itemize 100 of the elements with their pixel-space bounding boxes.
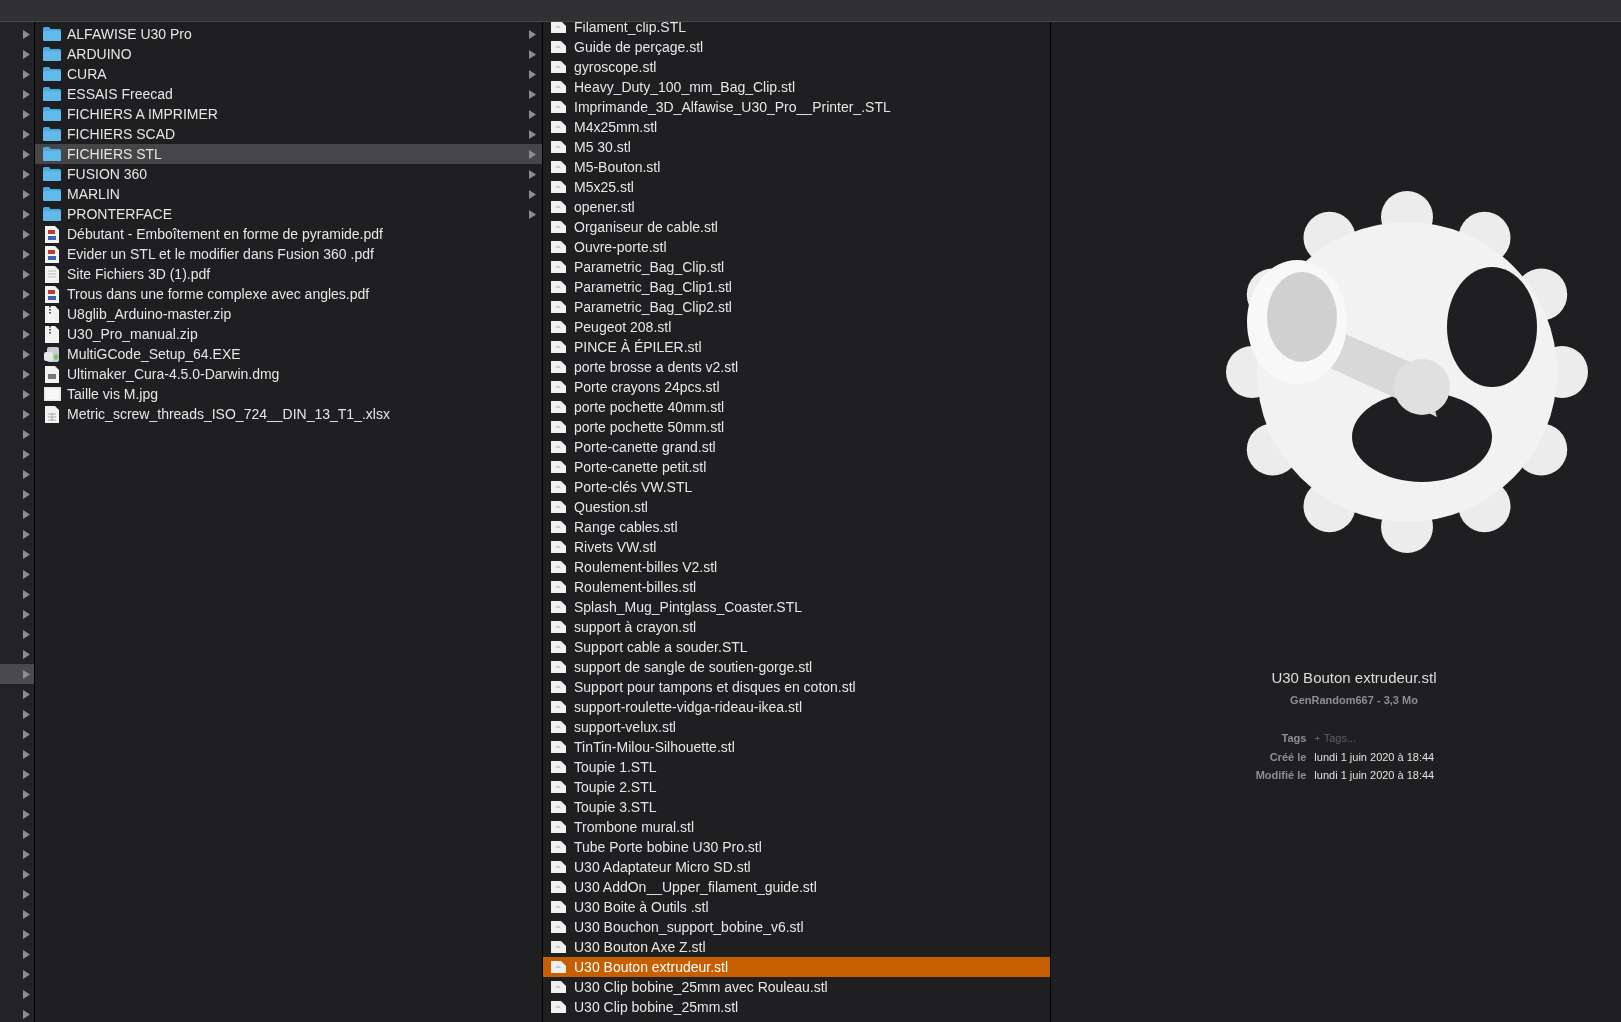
file-name: Trombone mural.stl [574, 817, 695, 837]
file-list-item[interactable]: Heavy_Duty_100_mm_Bag_Clip.stl [543, 77, 1050, 97]
file-list-item[interactable]: U30 Adaptateur Micro SD.stl [543, 857, 1050, 877]
file-list-item[interactable]: gyroscope.stl [543, 57, 1050, 77]
folder-list-item[interactable]: MultiGCode_Setup_64.EXE [35, 344, 542, 364]
file-list-item[interactable]: Filament_clip.STL [543, 22, 1050, 37]
file-icon [551, 101, 566, 113]
folder-list-item[interactable]: U8glib_Arduino-master.zip [35, 304, 542, 324]
file-list-item[interactable]: porte pochette 40mm.stl [543, 397, 1050, 417]
folder-list-item[interactable]: ALFAWISE U30 Pro [35, 24, 542, 44]
info-label: Créé le [1268, 749, 1307, 765]
file-list-item[interactable]: Parametric_Bag_Clip2.stl [543, 297, 1050, 317]
file-list-item[interactable]: Peugeot 208.stl [543, 317, 1050, 337]
info-label: Modifié le [1255, 768, 1307, 783]
file-list-item[interactable]: porte pochette 50mm.stl [543, 417, 1050, 437]
file-list-item[interactable]: support-velux.stl [543, 717, 1050, 737]
file-list-item[interactable]: Guide de perçage.stl [543, 37, 1050, 57]
folder-list-item[interactable]: FICHIERS STL [35, 144, 542, 164]
file-list-item[interactable]: Porte-clés VW.STL [543, 477, 1050, 497]
file-list-item[interactable]: Ouvre-porte.stl [543, 237, 1050, 257]
file-list-item[interactable]: Toupie 2.STL [543, 777, 1050, 797]
file-list-item[interactable]: Porte-canette grand.stl [543, 437, 1050, 457]
file-list-item[interactable]: Support cable a souder.STL [543, 637, 1050, 657]
file-list-item[interactable]: Range cables.stl [543, 517, 1050, 537]
file-list-item[interactable]: Roulement-billes V2.stl [543, 557, 1050, 577]
file-name: FICHIERS A IMPRIMER [67, 104, 219, 124]
file-name: ALFAWISE U30 Pro [67, 24, 193, 44]
folder-list-item[interactable]: Débutant - Emboîtement en forme de pyramide.pdf [35, 224, 542, 244]
file-list-item[interactable]: Parametric_Bag_Clip.stl [543, 257, 1050, 277]
file-name: Porte-canette grand.stl [574, 437, 716, 457]
file-name: Heavy_Duty_100_mm_Bag_Clip.stl [574, 77, 795, 97]
folder-icon [43, 107, 61, 121]
folder-list-item[interactable]: ARDUINO [35, 44, 542, 64]
file-list-item[interactable]: U30 Bouton extrudeur.stl [543, 957, 1050, 977]
file-list-item[interactable]: PINCE À ÉPILER.stl [543, 337, 1050, 357]
file-name: Ultimaker_Cura-4.5.0-Darwin.dmg [67, 364, 281, 384]
folder-list-item[interactable]: CURA [35, 64, 542, 84]
file-list-item[interactable]: Trombone mural.stl [543, 817, 1050, 837]
file-list-item[interactable]: Toupie 3.STL [543, 797, 1050, 817]
folder-list-item[interactable]: U30_Pro_manual.zip [35, 324, 542, 344]
file-icon [551, 861, 566, 873]
file-list-item[interactable]: porte brosse a dents v2.stl [543, 357, 1050, 377]
file-list-item[interactable]: U30 Bouchon_support_bobine_v6.stl [543, 917, 1050, 937]
file-list-item[interactable]: U30 Boite à Outils .stl [543, 897, 1050, 917]
file-icon [551, 601, 566, 613]
file-icon [551, 821, 566, 833]
pdf-document-icon [45, 225, 59, 243]
folder-list-item[interactable]: ESSAIS Freecad [35, 84, 542, 104]
file-name: opener.stl [574, 197, 635, 217]
file-list-item[interactable]: Porte-canette petit.stl [543, 457, 1050, 477]
file-list-item[interactable]: opener.stl [543, 197, 1050, 217]
file-list-item[interactable]: Porte crayons 24pcs.stl [543, 377, 1050, 397]
file-icon [551, 261, 566, 273]
file-icon [551, 461, 566, 473]
file-list-item[interactable]: M5-Bouton.stl [543, 157, 1050, 177]
file-name: U30 Bouton Axe Z.stl [574, 937, 706, 957]
folder-list-item[interactable]: PRONTERFACE [35, 204, 542, 224]
file-list-item[interactable]: M4x25mm.stl [543, 117, 1050, 137]
folder-list-item[interactable]: Trous dans une forme complexe avec angles.pdf [35, 284, 542, 304]
folder-list-item[interactable]: FUSION 360 [35, 164, 542, 184]
file-name: ESSAIS Freecad [67, 84, 174, 104]
folder-list-item[interactable]: MARLIN [35, 184, 542, 204]
file-name: Toupie 3.STL [574, 797, 657, 817]
file-name: U30 Boite à Outils .stl [574, 897, 709, 917]
file-name: U30 Bouchon_support_bobine_v6.stl [574, 917, 804, 937]
file-icon [551, 81, 566, 93]
folder-list-item[interactable]: Taille vis M.jpg [35, 384, 542, 404]
file-list-item[interactable]: TinTin-Milou-Silhouette.stl [543, 737, 1050, 757]
file-list-item[interactable]: Organiseur de cable.stl [543, 217, 1050, 237]
folder-list-item[interactable]: Site Fichiers 3D (1).pdf [35, 264, 542, 284]
file-list-item[interactable]: U30 Clip bobine_25mm avec Rouleau.stl [543, 977, 1050, 997]
file-list-item[interactable]: U30 Clip bobine_25mm.stl [543, 997, 1050, 1017]
file-list-item[interactable]: Splash_Mug_Pintglass_Coaster.STL [543, 597, 1050, 617]
folder-list-item[interactable]: Evider un STL et le modifier dans Fusion 360 .pdf [35, 244, 542, 264]
folder-list-item[interactable]: Metric_screw_threads_ISO_724__DIN_13_T1_.xlsx [35, 404, 542, 424]
file-list-item[interactable]: Parametric_Bag_Clip1.stl [543, 277, 1050, 297]
file-list-item[interactable]: M5 30.stl [543, 137, 1050, 157]
file-list-item[interactable]: Imprimande_3D_Alfawise_U30_Pro__Printer_.STL [543, 97, 1050, 117]
document-icon [45, 265, 59, 283]
file-list-item[interactable]: support-roulette-vidga-rideau-ikea.stl [543, 697, 1050, 717]
folder-list-item[interactable]: FICHIERS SCAD [35, 124, 542, 144]
folder-list-item[interactable]: FICHIERS A IMPRIMER [35, 104, 542, 124]
tags-field[interactable]: + Tags... [1314, 730, 1455, 747]
file-list-item[interactable]: Toupie 1.STL [543, 757, 1050, 777]
file-list-item[interactable]: Rivets VW.stl [543, 537, 1050, 557]
file-list-item[interactable]: Roulement-billes.stl [543, 577, 1050, 597]
file-list-item[interactable]: support à crayon.stl [543, 617, 1050, 637]
file-list-item[interactable]: M5x25.stl [543, 177, 1050, 197]
file-list-item[interactable]: support de sangle de soutien-gorge.stl [543, 657, 1050, 677]
file-name: Metric_screw_threads_ISO_724__DIN_13_T1_.xlsx [67, 404, 391, 424]
file-list-item[interactable]: Question.stl [543, 497, 1050, 517]
info-label: Tags [1280, 731, 1307, 746]
file-list-item[interactable]: Tube Porte bobine U30 Pro.stl [543, 837, 1050, 857]
file-name: Guide de perçage.stl [574, 37, 704, 57]
file-list-item[interactable]: Support pour tampons et disques en coton.stl [543, 677, 1050, 697]
folder-list-item[interactable]: Ultimaker_Cura-4.5.0-Darwin.dmg [35, 364, 542, 384]
file-list-item[interactable]: U30 AddOn__Upper_filament_guide.stl [543, 877, 1050, 897]
file-list-item[interactable]: U30 Bouton Axe Z.stl [543, 937, 1050, 957]
file-icon [551, 481, 566, 493]
column-row[interactable] [0, 664, 34, 684]
